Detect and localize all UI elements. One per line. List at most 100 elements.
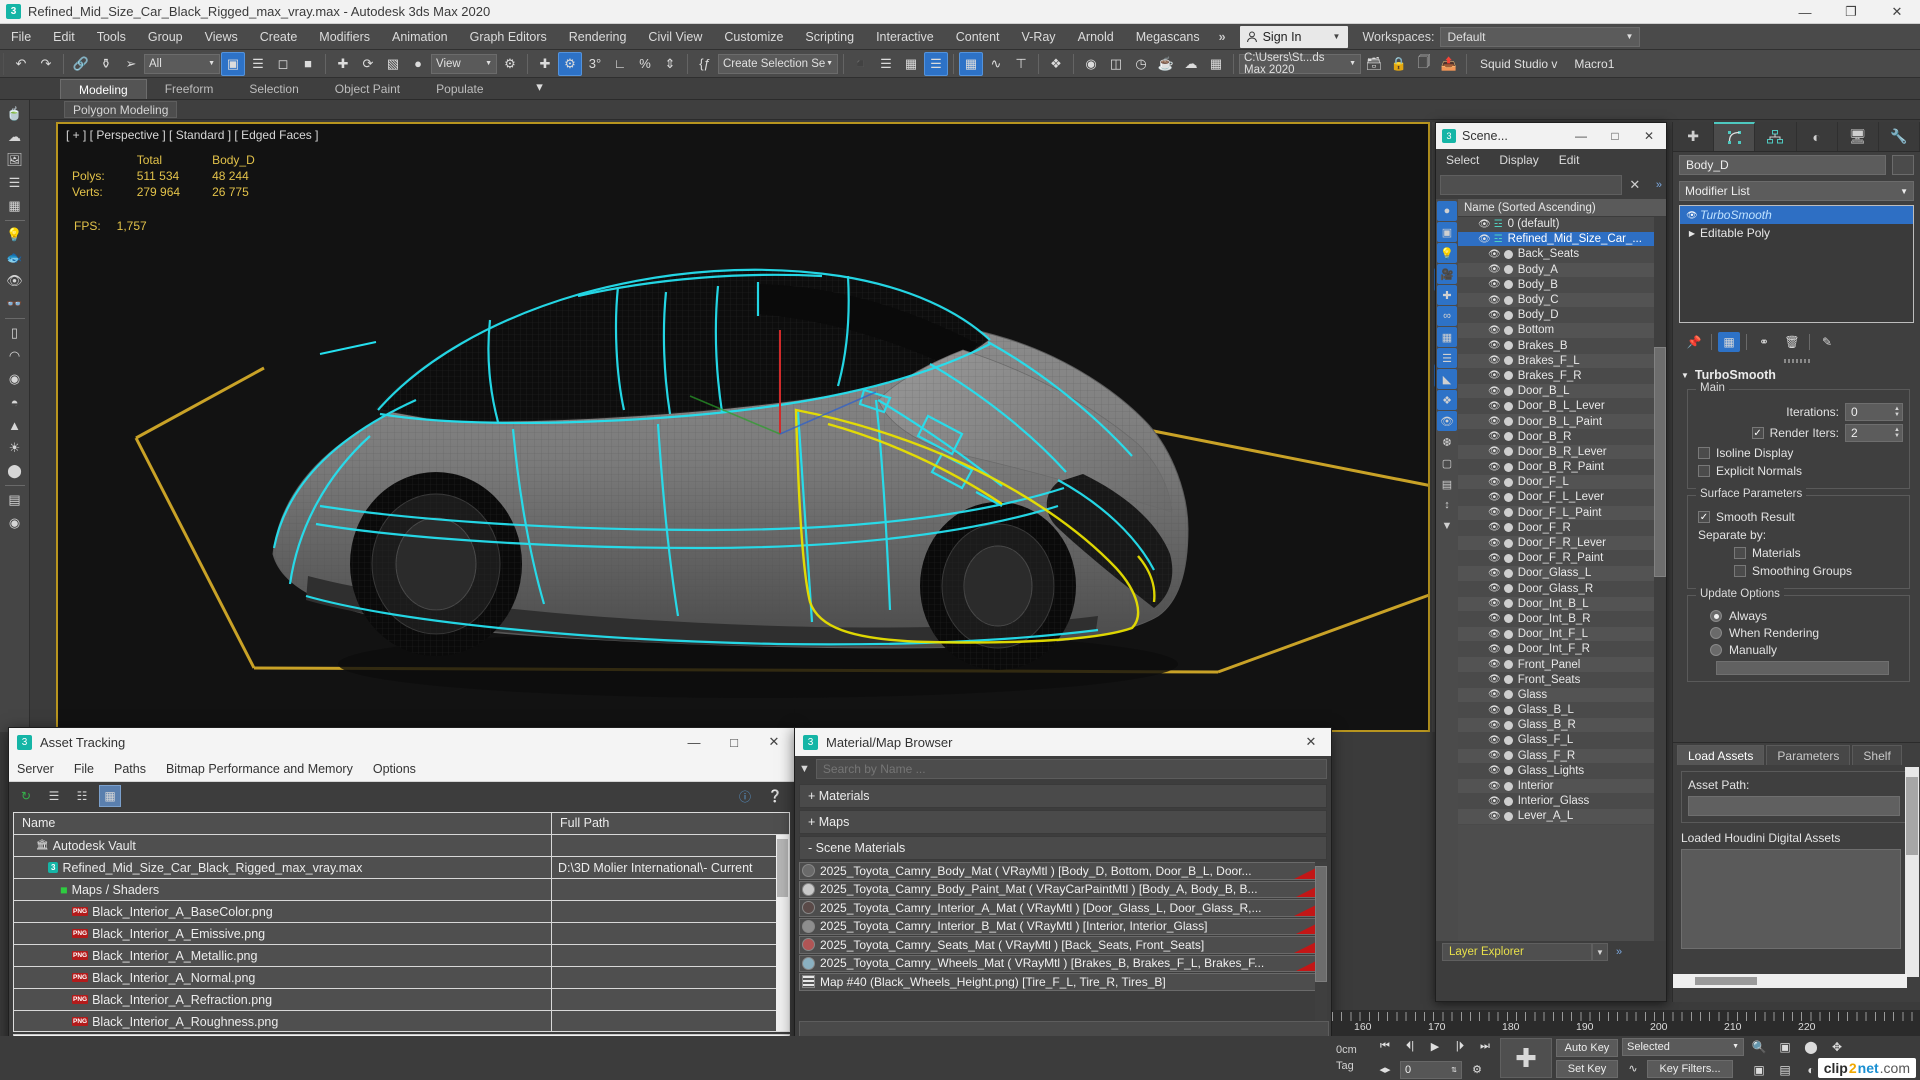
row-visibility-eye-icon[interactable]: 👁	[1488, 522, 1501, 533]
zoom-icon[interactable]: 🔍	[1748, 1037, 1770, 1057]
update-option-always[interactable]: Always	[1710, 609, 1903, 623]
filter-visible-icon[interactable]: 👁	[1437, 411, 1457, 431]
table-row[interactable]: PNG Black_Interior_A_Metallic.png	[14, 945, 789, 967]
asset-menu-file[interactable]: File	[74, 762, 94, 776]
scene-explorer-row[interactable]: 👁 Door_B_R	[1458, 429, 1666, 445]
go-to-end-button[interactable]: ⏭	[1474, 1037, 1496, 1057]
modifier-stack-item-editable-poly[interactable]: ▶ Editable Poly	[1680, 224, 1913, 242]
ribbon-tab-object-paint[interactable]: Object Paint	[317, 79, 418, 99]
ribbon-subtab-polygon-modeling[interactable]: Polygon Modeling	[64, 101, 178, 118]
refresh-icon[interactable]: ↻	[15, 785, 37, 807]
menu-item-customize[interactable]: Customize	[713, 24, 794, 50]
restore-button[interactable]: ❐	[1828, 0, 1874, 24]
row-visibility-eye-icon[interactable]: 👁	[1488, 811, 1501, 822]
filter-expand-icon[interactable]: ▼	[1437, 516, 1457, 536]
menu-item-group[interactable]: Group	[137, 24, 194, 50]
row-visibility-eye-icon[interactable]: 👁	[1488, 386, 1501, 397]
material-editor-icon[interactable]: ◉	[1079, 52, 1103, 76]
cloud-icon[interactable]: ☁	[3, 126, 27, 148]
row-visibility-eye-icon[interactable]: 👁	[1488, 705, 1501, 716]
menu-item-views[interactable]: Views	[194, 24, 249, 50]
time-configuration-icon[interactable]: ⚙	[1466, 1060, 1488, 1080]
current-frame-field[interactable]: 0 ⇅	[1400, 1060, 1462, 1079]
frame-spinner-arrows-icon[interactable]: ⇅	[1451, 1066, 1457, 1074]
material-list-item[interactable]: 2025_Toyota_Camry_Wheels_Mat ( VRayMtl )…	[799, 954, 1327, 972]
select-and-rotate-icon[interactable]: ⟳	[356, 52, 380, 76]
section-materials[interactable]: + Materials	[799, 784, 1327, 808]
rect-light-icon[interactable]: ▯	[3, 322, 27, 344]
configure-modifier-sets-icon[interactable]: ✎	[1816, 332, 1838, 352]
lightbulb-icon[interactable]: 💡	[3, 224, 27, 246]
scene-explorer-row[interactable]: 👁 Glass_F_L	[1458, 733, 1666, 749]
smooth-result-checkbox[interactable]: ✓	[1698, 511, 1710, 523]
filter-layers-icon[interactable]: ▤	[1437, 474, 1457, 494]
rollout-drag-handle[interactable]	[1673, 357, 1920, 365]
scene-explorer-row[interactable]: 👁 Body_A	[1458, 262, 1666, 278]
asset-tracking-close[interactable]: ✕	[754, 728, 794, 756]
redo-button[interactable]: ↷	[34, 52, 58, 76]
scene-explorer-row[interactable]: 👁 Front_Panel	[1458, 657, 1666, 673]
menu-item-modifiers[interactable]: Modifiers	[308, 24, 381, 50]
asset-menu-bitmap-performance[interactable]: Bitmap Performance and Memory	[166, 762, 353, 776]
material-browser-search-input[interactable]	[815, 759, 1327, 779]
window-crossing-toggle-icon[interactable]: ■	[296, 52, 320, 76]
scene-explorer-row[interactable]: 👁 Body_B	[1458, 277, 1666, 293]
mountain-icon[interactable]: ▲	[3, 414, 27, 436]
scene-explorer-row[interactable]: 👁 Door_Glass_R	[1458, 581, 1666, 597]
particle-view-icon[interactable]: ❖	[1044, 52, 1068, 76]
table-row[interactable]: 🏛 Autodesk Vault	[14, 835, 789, 857]
render-setup-icon[interactable]: ◫	[1104, 52, 1128, 76]
ribbon-tab-populate[interactable]: Populate	[418, 79, 501, 99]
scene-explorer-row[interactable]: 👁 Door_Int_F_L	[1458, 627, 1666, 643]
menu-item-arnold[interactable]: Arnold	[1067, 24, 1125, 50]
select-and-manipulate-icon[interactable]: ✚	[533, 52, 557, 76]
menu-item-graph-editors[interactable]: Graph Editors	[459, 24, 558, 50]
glasses-icon[interactable]: 👓	[3, 293, 27, 315]
isoline-display-row[interactable]: Isoline Display	[1698, 446, 1903, 460]
eye-shape-icon[interactable]: 👁	[3, 270, 27, 292]
isoline-display-checkbox[interactable]	[1698, 447, 1710, 459]
scene-explorer-row[interactable]: 👁 Front_Seats	[1458, 672, 1666, 688]
row-visibility-eye-icon[interactable]: 👁	[1488, 553, 1501, 564]
smoothing-groups-row[interactable]: Smoothing Groups	[1734, 564, 1903, 578]
smooth-result-row[interactable]: ✓ Smooth Result	[1698, 510, 1903, 524]
row-visibility-eye-icon[interactable]: 👁	[1488, 583, 1501, 594]
row-visibility-eye-icon[interactable]: 👁	[1488, 568, 1501, 579]
fish-icon[interactable]: 🐟	[3, 247, 27, 269]
ribbon-dropdown-icon[interactable]: ▾	[528, 75, 552, 99]
scene-explorer-row[interactable]: 👁 Body_D	[1458, 308, 1666, 324]
scene-explorer-row[interactable]: 👁 Door_F_R	[1458, 520, 1666, 536]
ribbon-tab-modeling[interactable]: Modeling	[60, 79, 147, 99]
row-visibility-eye-icon[interactable]: 👁	[1488, 735, 1501, 746]
menu-item-file[interactable]: File	[0, 24, 42, 50]
houdini-tab-shelf[interactable]: Shelf	[1852, 745, 1902, 765]
row-visibility-eye-icon[interactable]: 👁	[1488, 355, 1501, 366]
layer-manager-icon[interactable]: ▦	[899, 52, 923, 76]
ribbon-tab-freeform[interactable]: Freeform	[147, 79, 232, 99]
scene-explorer-row[interactable]: 👁 Door_F_L_Paint	[1458, 505, 1666, 521]
render-production-icon[interactable]: ☕	[1154, 52, 1178, 76]
scene-explorer-column-header[interactable]: Name (Sorted Ascending)	[1458, 199, 1666, 217]
help-question-icon[interactable]: ❔	[764, 785, 786, 807]
render-iters-spinner[interactable]: 2 ▲ ▼	[1845, 424, 1903, 442]
menu-item-edit[interactable]: Edit	[42, 24, 86, 50]
tab-display[interactable]: 🖥	[1838, 122, 1879, 151]
scene-explorer-row[interactable]: 👁 Brakes_B	[1458, 338, 1666, 354]
asset-column-fullpath[interactable]: Full Path	[552, 813, 789, 834]
menu-overflow-icon[interactable]: »	[1211, 30, 1234, 44]
dome-light-icon[interactable]: ◠	[3, 345, 27, 367]
make-unique-icon[interactable]: ⚭	[1753, 332, 1775, 352]
select-and-move-icon[interactable]: ✚	[331, 52, 355, 76]
row-visibility-eye-icon[interactable]: 👁	[1488, 249, 1501, 260]
scene-explorer-row[interactable]: 👁 Door_Glass_L	[1458, 566, 1666, 582]
key-tangent-icon[interactable]: ∿	[1622, 1059, 1644, 1079]
table-row[interactable]: PNG Black_Interior_A_Roughness.png	[14, 1011, 789, 1031]
filter-spacewarps-icon[interactable]: ∞	[1437, 306, 1457, 326]
asset-menu-options[interactable]: Options	[373, 762, 416, 776]
undo-button[interactable]: ↶	[9, 52, 33, 76]
scene-explorer-row[interactable]: 👁 Door_F_L	[1458, 475, 1666, 491]
macro-label[interactable]: Macro1	[1566, 57, 1622, 71]
rendered-frame-window-icon[interactable]: ◷	[1129, 52, 1153, 76]
row-visibility-eye-icon[interactable]: 👁	[1488, 325, 1501, 336]
filter-cameras-icon[interactable]: 🎥	[1437, 264, 1457, 284]
